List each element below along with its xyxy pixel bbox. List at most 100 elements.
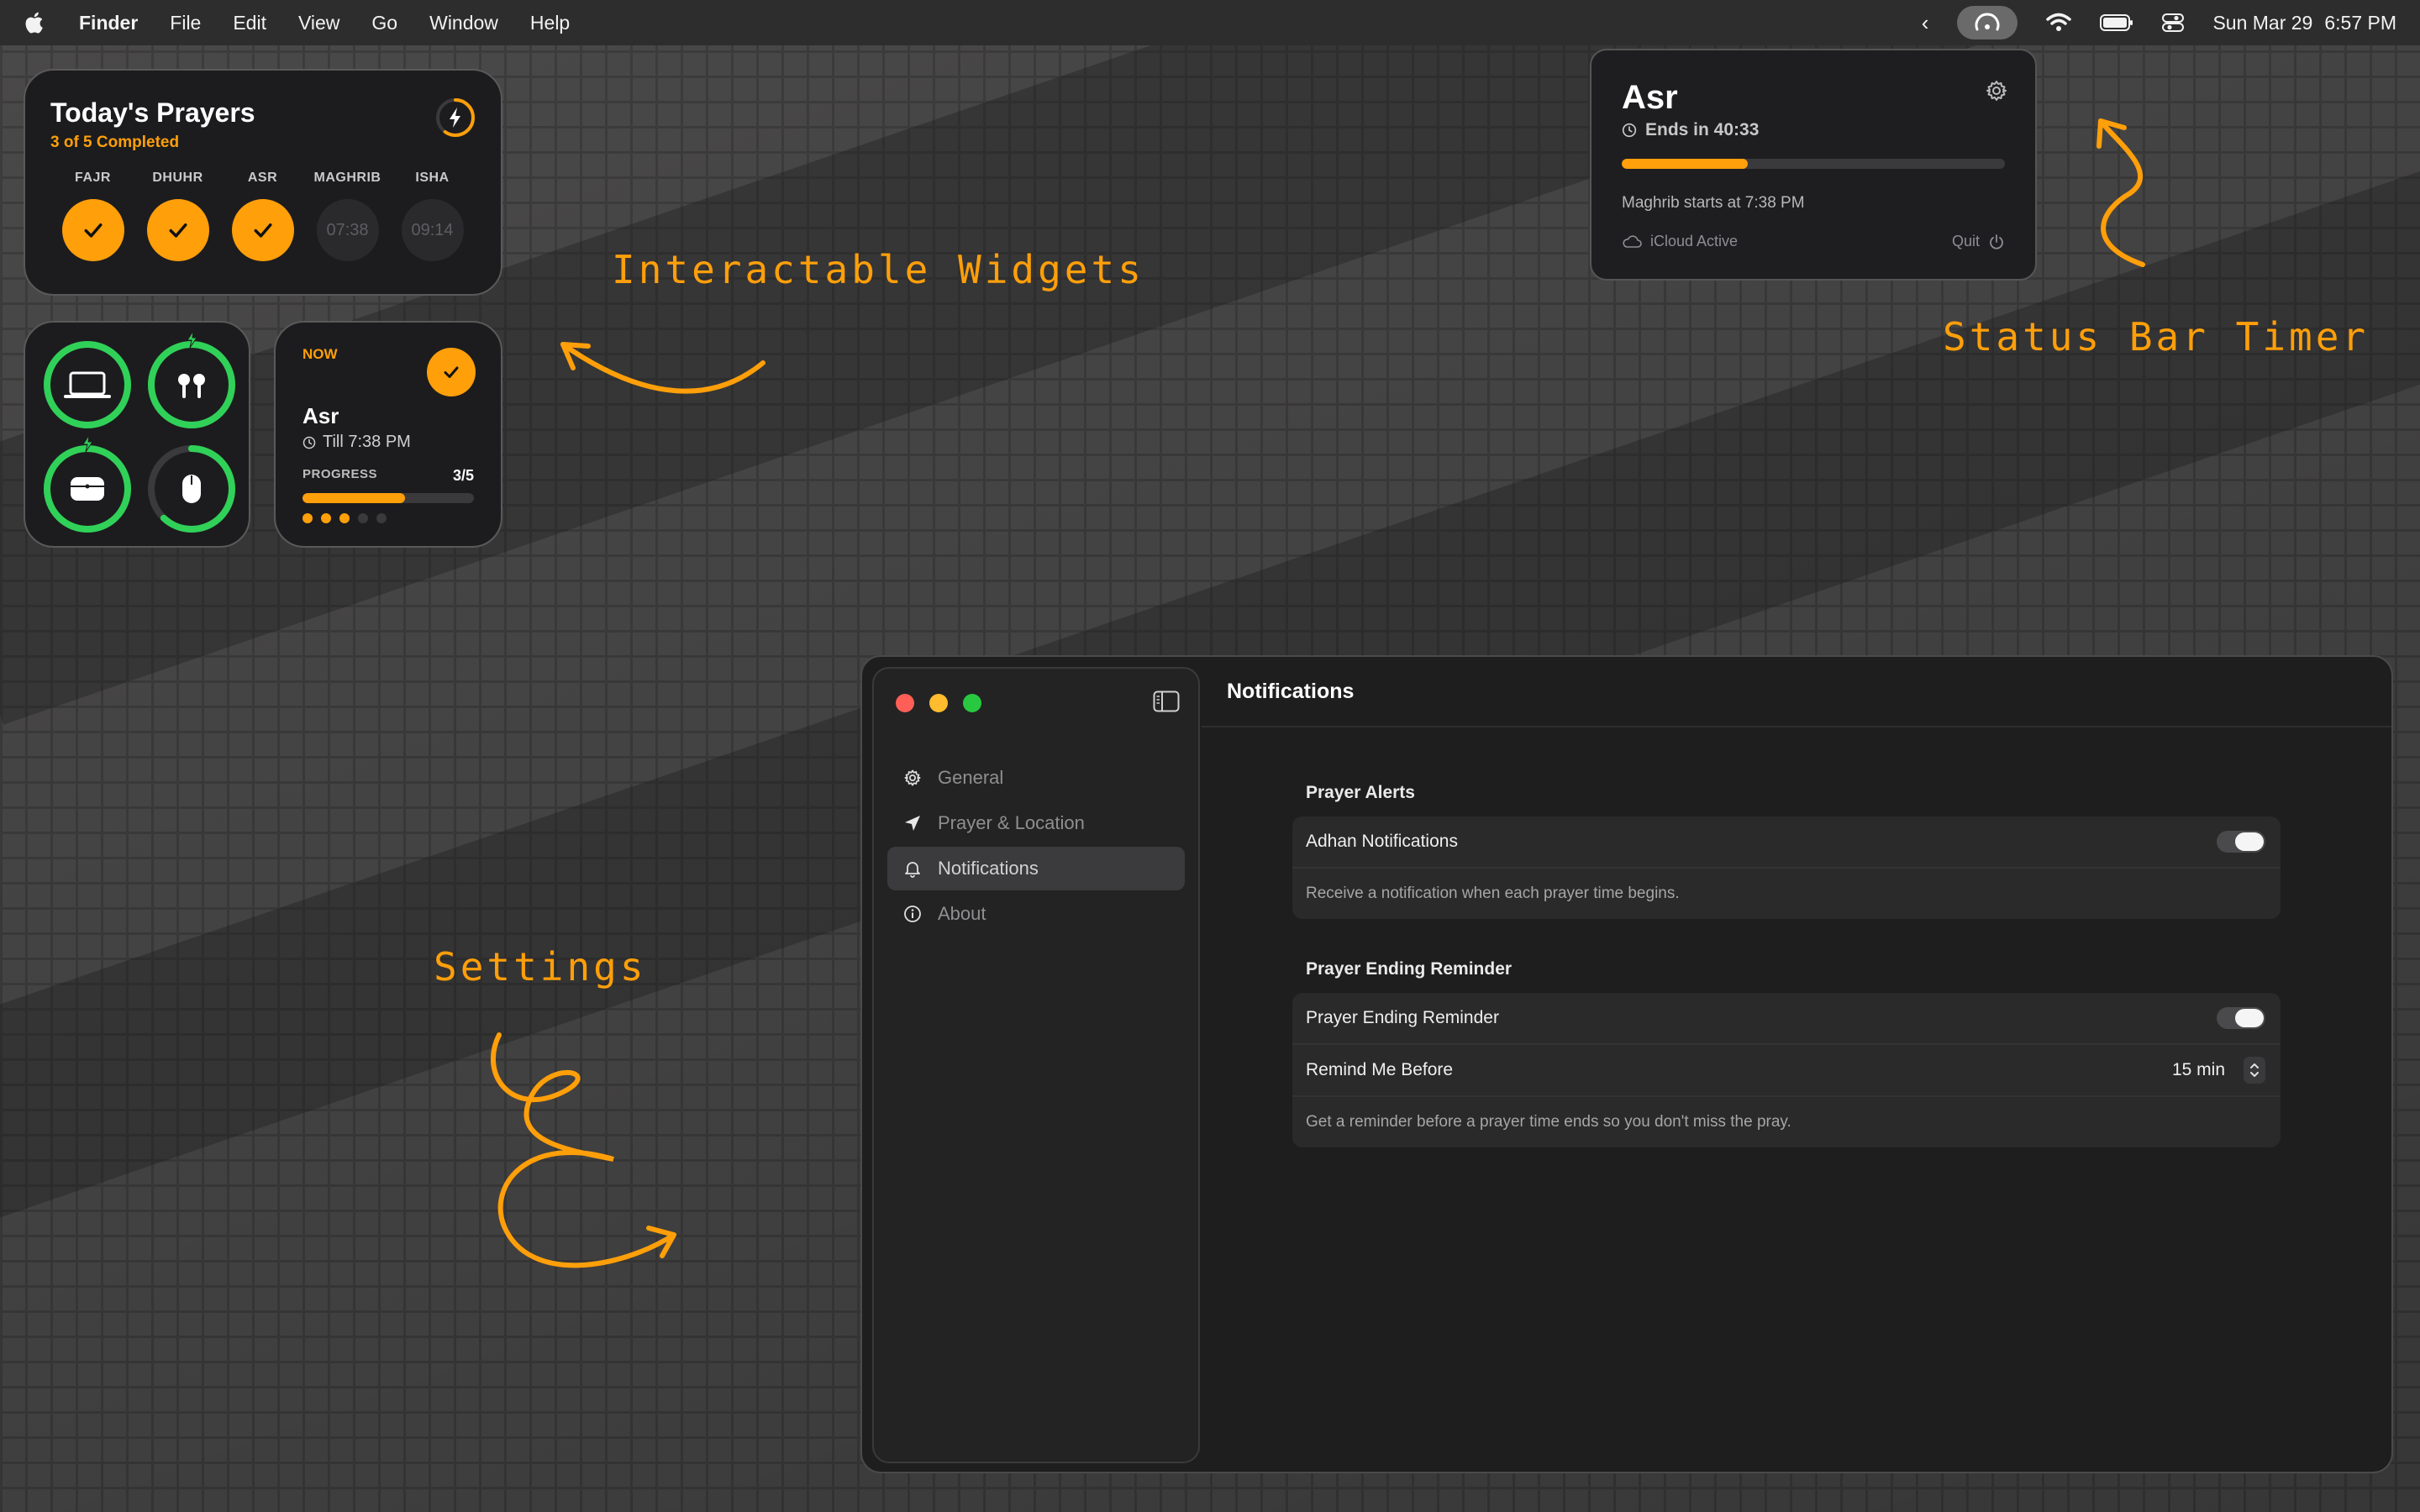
close-button[interactable] bbox=[896, 694, 914, 712]
section-prayer-alerts: Prayer Alerts bbox=[1306, 783, 1415, 802]
chevron-left-icon[interactable]: ‹ bbox=[1922, 10, 1929, 36]
progress-dot bbox=[321, 513, 331, 523]
menu-view[interactable]: View bbox=[298, 12, 339, 34]
zoom-button[interactable] bbox=[963, 694, 981, 712]
checkmark-icon bbox=[84, 223, 102, 238]
toggle-knob bbox=[2235, 832, 2264, 851]
batteries-widget bbox=[24, 321, 250, 548]
current-prayer-widget: NOW Asr Till 7:38 PM PROGRESS 3/5 bbox=[274, 321, 502, 548]
remind-before-picker[interactable]: 15 min bbox=[2172, 1057, 2265, 1084]
progress-label: PROGRESS bbox=[302, 467, 378, 481]
menu-window[interactable]: Window bbox=[429, 12, 498, 34]
sidebar-item-general[interactable]: General bbox=[887, 756, 1185, 800]
menu-file[interactable]: File bbox=[170, 12, 201, 34]
menu-date: Sun Mar 29 bbox=[2212, 11, 2313, 34]
arrow-to-settings bbox=[490, 1032, 676, 1268]
gear-icon bbox=[902, 768, 923, 788]
bell-icon bbox=[902, 858, 923, 879]
info-icon bbox=[902, 904, 923, 924]
remind-before-row: Remind Me Before 15 min bbox=[1292, 1045, 2281, 1097]
progress-count: 3/5 bbox=[452, 467, 474, 484]
sidebar-toggle-icon[interactable] bbox=[1153, 690, 1180, 717]
now-till: Till 7:38 PM bbox=[302, 433, 474, 452]
battery-ring[interactable] bbox=[139, 333, 244, 437]
menu-help[interactable]: Help bbox=[530, 12, 570, 34]
now-till-text: Till 7:38 PM bbox=[323, 433, 411, 451]
sidebar-item-prayer-location[interactable]: Prayer & Location bbox=[887, 801, 1185, 845]
ending-reminder-row: Prayer Ending Reminder bbox=[1292, 993, 2281, 1045]
timer-ends-text: Ends in 40:33 bbox=[1645, 120, 1760, 139]
prayer-gauge-icon bbox=[1975, 13, 2000, 31]
clock-icon bbox=[1622, 123, 1637, 138]
adhan-toggle[interactable] bbox=[2217, 831, 2265, 853]
icloud-status: iCloud Active bbox=[1622, 233, 1738, 250]
battery-icon[interactable] bbox=[2100, 13, 2133, 32]
timer-footer: iCloud Active Quit bbox=[1622, 233, 2005, 250]
gear-icon[interactable] bbox=[1985, 79, 2008, 107]
prayer-name: ASR bbox=[247, 171, 278, 185]
sidebar-item-notifications[interactable]: Notifications bbox=[887, 847, 1185, 890]
progress-row: PROGRESS 3/5 bbox=[302, 467, 474, 485]
mouse-icon bbox=[182, 475, 201, 503]
progress-dot bbox=[358, 513, 368, 523]
prayer-time: 07:38 bbox=[326, 220, 369, 239]
menu-bar: Finder File Edit View Go Window Help ‹ S… bbox=[0, 0, 2420, 45]
arrow-to-timer bbox=[2096, 118, 2145, 267]
todays-prayers-widget: Today's Prayers 3 of 5 Completed FAJR DHU… bbox=[24, 69, 502, 296]
adhan-row: Adhan Notifications bbox=[1292, 816, 2281, 869]
menu-edit[interactable]: Edit bbox=[233, 12, 266, 34]
battery-ring[interactable] bbox=[139, 437, 244, 541]
menu-app-name[interactable]: Finder bbox=[79, 12, 138, 34]
prayer-alerts-group: Adhan Notifications Receive a notificati… bbox=[1292, 816, 2281, 919]
remind-before-label: Remind Me Before bbox=[1306, 1060, 1454, 1079]
apple-menu-icon[interactable] bbox=[24, 10, 45, 35]
control-center-icon[interactable] bbox=[2162, 13, 2185, 33]
ending-reminder-description: Get a reminder before a prayer time ends… bbox=[1306, 1113, 1791, 1131]
sidebar-item-label: General bbox=[938, 767, 1004, 788]
progress-ring-icon[interactable] bbox=[434, 96, 477, 139]
widget-subtitle: 3 of 5 Completed bbox=[50, 134, 180, 151]
prayer-column: DHUHR bbox=[135, 171, 220, 261]
progress-dot bbox=[302, 513, 313, 523]
timer-ends: Ends in 40:33 bbox=[1622, 120, 2005, 140]
timer-progress-fill bbox=[1622, 159, 1749, 169]
mark-prayed-button[interactable] bbox=[427, 348, 476, 396]
battery-ring[interactable] bbox=[35, 333, 139, 437]
arrow-to-widgets bbox=[560, 342, 765, 394]
quit-label: Quit bbox=[1951, 233, 1980, 249]
progress-dot bbox=[376, 513, 387, 523]
menu-go[interactable]: Go bbox=[371, 12, 397, 34]
wifi-icon[interactable] bbox=[2046, 13, 2072, 33]
prayer-name: DHUHR bbox=[152, 171, 203, 185]
next-prayer-text: Maghrib starts at 7:38 PM bbox=[1622, 194, 1805, 212]
sidebar-item-label: Notifications bbox=[938, 858, 1039, 879]
ending-reminder-toggle[interactable] bbox=[2217, 1007, 2265, 1029]
prayer-done-button[interactable] bbox=[146, 199, 209, 261]
minimize-button[interactable] bbox=[929, 694, 948, 712]
sidebar-item-about[interactable]: About bbox=[887, 892, 1185, 936]
battery-ring[interactable] bbox=[35, 437, 139, 541]
airpods-icon bbox=[178, 374, 205, 398]
quit-button[interactable]: Quit bbox=[1952, 233, 2005, 250]
status-bar-timer-popover: Asr Ends in 40:33 Maghrib starts at 7:38… bbox=[1590, 49, 2037, 281]
prayer-done-button[interactable] bbox=[231, 199, 294, 261]
prayer-status-item[interactable] bbox=[1957, 6, 2018, 39]
progress-dots bbox=[302, 513, 474, 523]
prayer-pending-button[interactable]: 07:38 bbox=[316, 199, 379, 261]
annotation-widgets: Interactable Widgets bbox=[612, 247, 1144, 292]
prayer-pending-button[interactable]: 09:14 bbox=[401, 199, 464, 261]
prayer-done-button[interactable] bbox=[61, 199, 124, 261]
airpods-case-icon bbox=[71, 477, 104, 501]
adhan-label: Adhan Notifications bbox=[1306, 832, 1458, 851]
settings-content: Prayer Alerts Adhan Notifications Receiv… bbox=[1292, 783, 2281, 1188]
now-prayer-name: Asr bbox=[302, 403, 339, 428]
menu-time: 6:57 PM bbox=[2324, 11, 2396, 34]
progress-bar-fill bbox=[302, 493, 406, 503]
settings-window: General Prayer & Location Notifications Abo… bbox=[860, 655, 2393, 1473]
ending-reminder-group: Prayer Ending Reminder Remind Me Before … bbox=[1292, 993, 2281, 1147]
prayer-column: ISHA 09:14 bbox=[390, 171, 475, 261]
progress-dot bbox=[339, 513, 350, 523]
adhan-description: Receive a notification when each prayer … bbox=[1306, 885, 1680, 902]
ending-reminder-label: Prayer Ending Reminder bbox=[1306, 1008, 1499, 1027]
menu-clock[interactable]: Sun Mar 29 6:57 PM bbox=[2212, 12, 2396, 34]
